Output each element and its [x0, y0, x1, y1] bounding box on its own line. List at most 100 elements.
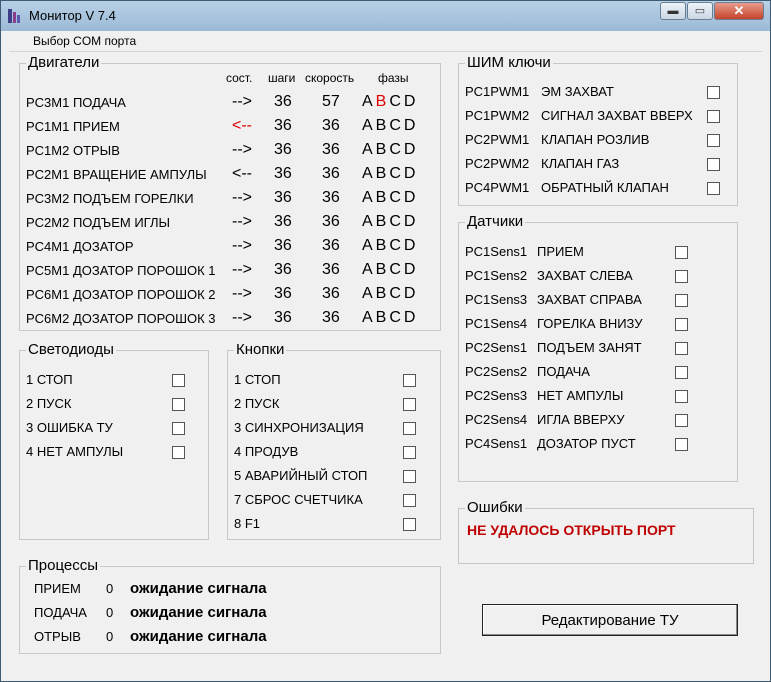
- motor-phases: ABCD: [362, 189, 418, 207]
- button-checkbox[interactable]: [403, 446, 416, 459]
- minimize-button[interactable]: ▬: [660, 2, 686, 20]
- sensors-group: Датчики PC1Sens1 ПРИЕМ PC1Sens2 ЗАХВАТ СЛЕВ…: [458, 213, 738, 482]
- sensors-title: Датчики: [465, 213, 526, 230]
- sensor-checkbox[interactable]: [675, 270, 688, 283]
- button-checkbox[interactable]: [403, 470, 416, 483]
- motor-name: PC6M1 ДОЗАТОР ПОРОШОК 2: [26, 287, 216, 302]
- led-checkbox[interactable]: [172, 446, 185, 459]
- process-name: ПОДАЧА: [34, 605, 87, 620]
- led-label: 4 НЕТ АМПУЛЫ: [26, 444, 124, 459]
- phase-letter: B: [375, 261, 390, 278]
- menu-bar: Выбор COM порта: [9, 31, 762, 52]
- sensor-checkbox[interactable]: [675, 246, 688, 259]
- phase-letter: A: [362, 165, 376, 182]
- motor-name: PC2M1 ВРАЩЕНИЕ АМПУЛЫ: [26, 167, 207, 182]
- sensor-code: PC2Sens1: [465, 340, 528, 355]
- phase-letter: A: [362, 189, 376, 206]
- motor-steps: 36: [274, 261, 292, 278]
- sensor-checkbox[interactable]: [675, 390, 688, 403]
- phase-letter: C: [389, 309, 404, 326]
- motor-steps: 36: [274, 117, 292, 134]
- client-area: Двигатели сост. шаги скорость фазы PC3M1…: [9, 52, 762, 676]
- led-checkbox[interactable]: [172, 422, 185, 435]
- sensor-code: PC4Sens1: [465, 436, 528, 451]
- phase-letter: B: [375, 213, 390, 230]
- motor-direction-arrow: -->: [232, 309, 252, 326]
- menu-com-port[interactable]: Выбор COM порта: [33, 34, 136, 48]
- pwm-checkbox[interactable]: [707, 86, 720, 99]
- phase-letter: C: [389, 189, 404, 206]
- process-count: 0: [106, 581, 114, 596]
- process-status: ожидание сигнала: [130, 580, 267, 597]
- pwm-checkbox[interactable]: [707, 158, 720, 171]
- sensor-name: ИГЛА ВВЕРХУ: [537, 412, 625, 427]
- motor-phases: ABCD: [362, 285, 418, 303]
- sensor-code: PC1Sens3: [465, 292, 528, 307]
- phase-letter: D: [403, 213, 419, 230]
- phase-letter: D: [403, 189, 419, 206]
- button-checkbox[interactable]: [403, 422, 416, 435]
- buttons-title: Кнопки: [234, 341, 287, 358]
- sensor-checkbox[interactable]: [675, 294, 688, 307]
- pwm-code: PC2PWM2: [465, 156, 530, 171]
- phase-letter: A: [362, 309, 376, 326]
- button-label: 8 F1: [234, 516, 261, 531]
- sensor-checkbox[interactable]: [675, 438, 688, 451]
- pwm-name: ЭМ ЗАХВАТ: [541, 84, 614, 99]
- motor-speed: 36: [322, 213, 340, 230]
- pwm-checkbox[interactable]: [707, 182, 720, 195]
- maximize-button[interactable]: ▭: [687, 2, 713, 20]
- motor-steps: 36: [274, 141, 292, 158]
- phase-letter: B: [375, 141, 390, 158]
- edit-tu-button[interactable]: Редактирование ТУ: [482, 604, 738, 636]
- pwm-name: ОБРАТНЫЙ КЛАПАН: [541, 180, 669, 195]
- pwm-title: ШИМ ключи: [465, 54, 553, 71]
- sensor-checkbox[interactable]: [675, 366, 688, 379]
- pwm-checkbox[interactable]: [707, 110, 720, 123]
- phase-letter: D: [403, 93, 419, 110]
- sensor-checkbox[interactable]: [675, 342, 688, 355]
- phase-letter: B: [375, 189, 390, 206]
- motor-speed: 36: [322, 165, 340, 182]
- phase-letter: D: [403, 285, 419, 302]
- pwm-code: PC1PWM1: [465, 84, 530, 99]
- phase-letter: C: [389, 285, 404, 302]
- motor-speed: 57: [322, 93, 340, 110]
- sensor-name: ГОРЕЛКА ВНИЗУ: [537, 316, 643, 331]
- button-checkbox[interactable]: [403, 398, 416, 411]
- motors-group: Двигатели сост. шаги скорость фазы PC3M1…: [19, 54, 441, 331]
- phase-letter: B: [375, 93, 390, 110]
- motor-name: PC1M1 ПРИЕМ: [26, 119, 120, 134]
- led-checkbox[interactable]: [172, 398, 185, 411]
- motor-steps: 36: [274, 189, 292, 206]
- motor-speed: 36: [322, 117, 340, 134]
- button-checkbox[interactable]: [403, 494, 416, 507]
- process-status: ожидание сигнала: [130, 628, 267, 645]
- close-button[interactable]: ✕: [714, 2, 764, 20]
- header-speed: скорость: [305, 71, 355, 85]
- pwm-checkbox[interactable]: [707, 134, 720, 147]
- phase-letter: A: [362, 117, 376, 134]
- sensor-code: PC1Sens1: [465, 244, 528, 259]
- led-checkbox[interactable]: [172, 374, 185, 387]
- sensor-checkbox[interactable]: [675, 414, 688, 427]
- motor-name: PC4M1 ДОЗАТОР: [26, 239, 134, 254]
- motor-steps: 36: [274, 213, 292, 230]
- motor-name: PC2M2 ПОДЪЕМ ИГЛЫ: [26, 215, 171, 230]
- led-label: 2 ПУСК: [26, 396, 72, 411]
- motor-direction-arrow: -->: [232, 141, 252, 158]
- button-checkbox[interactable]: [403, 518, 416, 531]
- button-label: 5 АВАРИЙНЫЙ СТОП: [234, 468, 368, 483]
- phase-letter: D: [403, 261, 419, 278]
- motor-direction-arrow: -->: [232, 213, 252, 230]
- title-bar[interactable]: Монитор V 7.4 ▬ ▭ ✕: [1, 1, 770, 31]
- motor-phases: ABCD: [362, 237, 418, 255]
- sensor-name: ЗАХВАТ СПРАВА: [537, 292, 642, 307]
- motors-title: Двигатели: [26, 54, 102, 71]
- sensor-checkbox[interactable]: [675, 318, 688, 331]
- sensor-name: ПРИЕМ: [537, 244, 584, 259]
- button-checkbox[interactable]: [403, 374, 416, 387]
- phase-letter: C: [389, 117, 404, 134]
- header-phases: фазы: [378, 71, 409, 85]
- error-message: НЕ УДАЛОСЬ ОТКРЫТЬ ПОРТ: [467, 522, 676, 538]
